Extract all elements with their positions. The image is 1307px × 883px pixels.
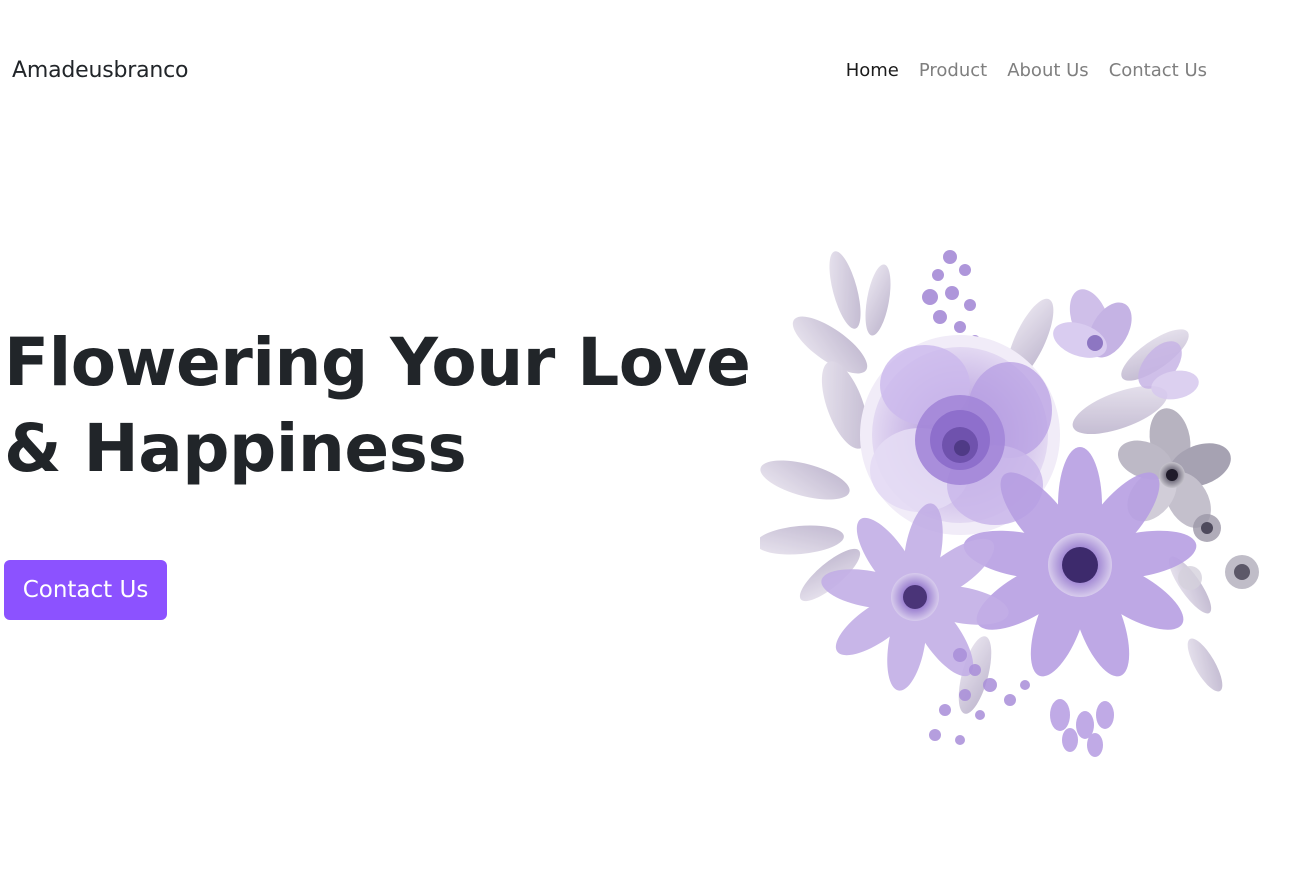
nav-link-home[interactable]: Home xyxy=(836,58,909,84)
hero-title-line-2: & Happiness xyxy=(4,410,467,487)
contact-us-button[interactable]: Contact Us xyxy=(4,560,167,620)
nav-link-product[interactable]: Product xyxy=(909,58,997,84)
flower-bouquet-image xyxy=(756,245,1270,757)
hero-title: Flowering Your Love & Happiness xyxy=(4,320,751,492)
nav-link-contact-us[interactable]: Contact Us xyxy=(1099,58,1217,84)
brand-logo[interactable]: Amadeusbranco xyxy=(12,56,188,86)
flower-bouquet-icon xyxy=(756,250,1259,757)
landing-page: Amadeusbranco Home Product About Us Cont… xyxy=(0,0,1307,883)
nav-menu: Home Product About Us Contact Us xyxy=(836,58,1217,84)
nav-link-about-us[interactable]: About Us xyxy=(997,58,1099,84)
navbar: Amadeusbranco Home Product About Us Cont… xyxy=(0,0,1307,142)
hero-title-line-1: Flowering Your Love xyxy=(4,324,751,401)
